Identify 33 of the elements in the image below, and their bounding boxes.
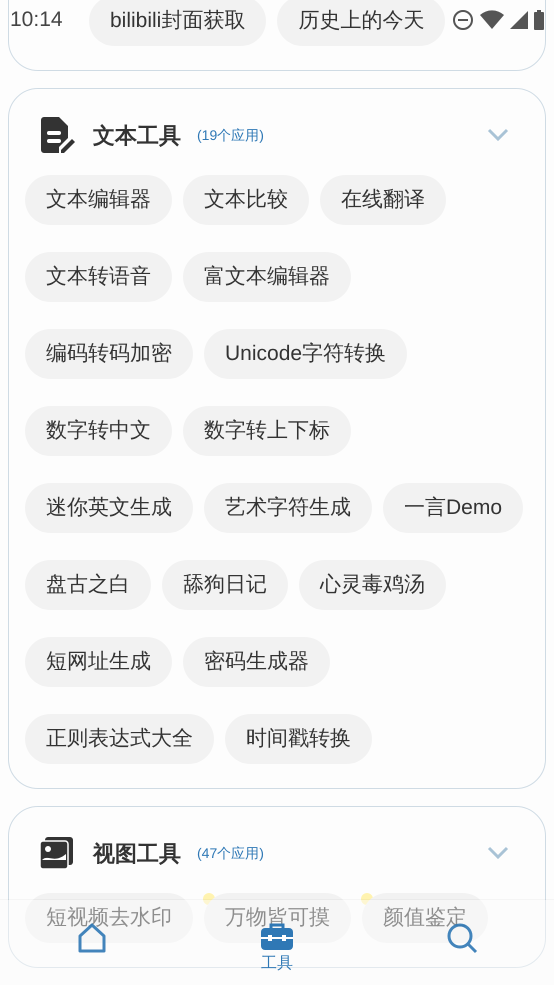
- section-title: 文本工具: [93, 122, 181, 150]
- tool-chip[interactable]: 一言Demo: [383, 483, 524, 533]
- battery-icon: [534, 10, 544, 30]
- tool-chip[interactable]: 艺术字符生成: [204, 483, 372, 533]
- document-pen-icon: [39, 116, 75, 154]
- tool-chip[interactable]: 历史上的今天: [277, 0, 446, 46]
- tool-chip[interactable]: 盘古之白: [25, 560, 151, 610]
- tool-chip[interactable]: 迷你英文生成: [25, 483, 193, 533]
- tool-chip[interactable]: 文本转语音: [25, 252, 172, 302]
- app-count: (47个应用): [197, 844, 264, 863]
- tool-chip[interactable]: bilibili封面获取: [89, 0, 266, 46]
- app-count: (19个应用): [197, 126, 264, 145]
- signal-icon: [510, 11, 528, 29]
- tool-chip[interactable]: 舔狗日记: [162, 560, 288, 610]
- do-not-disturb-icon: [452, 9, 474, 31]
- tool-chip[interactable]: 数字转中文: [25, 406, 172, 456]
- tool-chip[interactable]: 在线翻译: [320, 175, 446, 225]
- tool-chip[interactable]: 心灵毒鸡汤: [299, 560, 446, 610]
- tool-chip[interactable]: Unicode字符转换: [204, 329, 408, 379]
- tool-chip[interactable]: 文本编辑器: [25, 175, 172, 225]
- tool-chip[interactable]: 文本比较: [183, 175, 309, 225]
- tool-chip[interactable]: 密码生成器: [183, 637, 330, 687]
- tool-chip[interactable]: 编码转码加密: [25, 329, 193, 379]
- wifi-icon: [480, 10, 504, 30]
- tool-chip[interactable]: 短网址生成: [25, 637, 172, 687]
- tool-chip[interactable]: 时间戳转换: [225, 714, 372, 764]
- nav-label: 工具: [261, 954, 293, 974]
- picture-stack-icon: [39, 836, 75, 870]
- tool-chip[interactable]: 数字转上下标: [183, 406, 351, 456]
- tool-chip[interactable]: 富文本编辑器: [183, 252, 351, 302]
- section-title: 视图工具: [93, 840, 181, 868]
- tool-chip[interactable]: 正则表达式大全: [25, 714, 214, 764]
- status-time: 10:14: [10, 7, 63, 34]
